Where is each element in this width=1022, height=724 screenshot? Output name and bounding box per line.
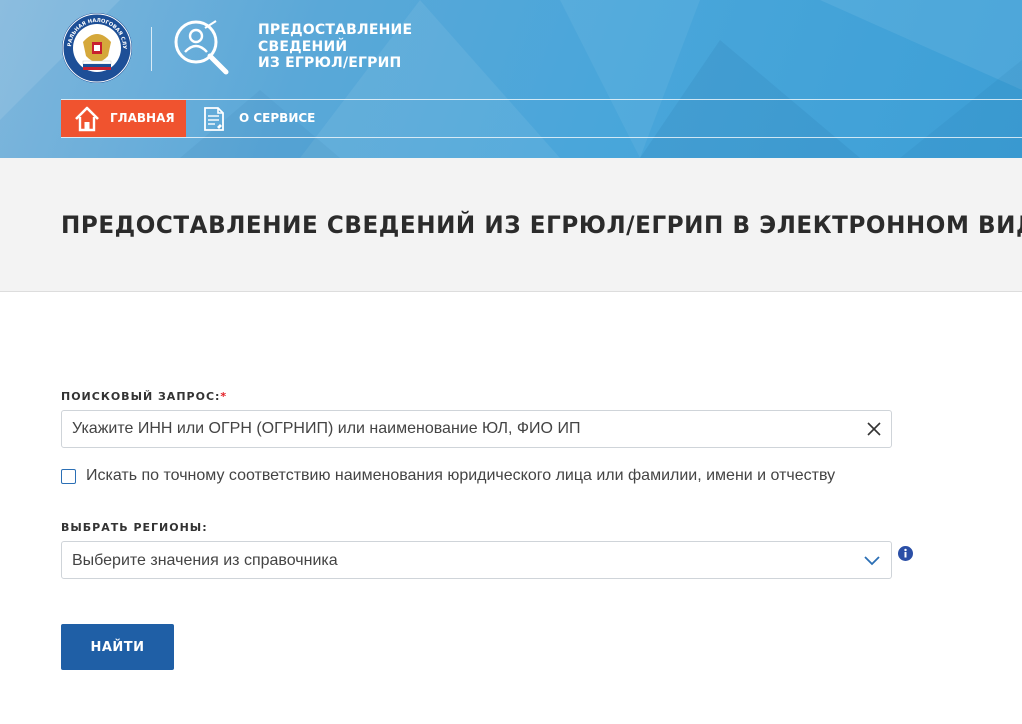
service-title-line-1: ПРЕДОСТАВЛЕНИЕ <box>258 22 413 38</box>
service-search-person-icon[interactable] <box>170 16 234 80</box>
nav-bottom-divider <box>61 137 1022 138</box>
region-label: ВЫБРАТЬ РЕГИОНЫ: <box>61 521 208 534</box>
page-title-band: ПРЕДОСТАВЛЕНИЕ СВЕДЕНИЙ ИЗ ЕГРЮЛ/ЕГРИП В… <box>0 158 1022 292</box>
fns-emblem-logo[interactable]: ФЕДЕРАЛЬНАЯ НАЛОГОВАЯ СЛУЖБА <box>61 12 133 84</box>
exact-match-checkbox[interactable] <box>61 469 76 484</box>
search-query-input[interactable] <box>61 410 892 448</box>
chevron-down-icon <box>864 556 880 566</box>
site-header: ФЕДЕРАЛЬНАЯ НАЛОГОВАЯ СЛУЖБА ПРЕДОСТАВЛЕ… <box>0 0 1022 158</box>
required-mark: * <box>220 390 228 403</box>
find-button[interactable]: НАЙТИ <box>61 624 174 670</box>
logo-divider <box>151 27 152 71</box>
search-query-label-text: ПОИСКОВЫЙ ЗАПРОС: <box>61 390 221 403</box>
search-query-label: ПОИСКОВЫЙ ЗАПРОС:* <box>61 390 227 403</box>
nav-item-home[interactable]: ГЛАВНАЯ <box>61 100 186 137</box>
exact-match-label[interactable]: Искать по точному соответствию наименова… <box>86 467 835 485</box>
service-title-line-3: ИЗ ЕГРЮЛ/ЕГРИП <box>258 55 402 71</box>
nav-item-about[interactable]: О СЕРВИСЕ <box>196 100 326 137</box>
service-title-line-2: СВЕДЕНИЙ <box>258 38 348 55</box>
service-title: ПРЕДОСТАВЛЕНИЕ СВЕДЕНИЙ ИЗ ЕГРЮЛ/ЕГРИП <box>258 22 428 72</box>
home-icon <box>75 106 99 132</box>
page-title: ПРЕДОСТАВЛЕНИЕ СВЕДЕНИЙ ИЗ ЕГРЮЛ/ЕГРИП В… <box>61 211 1022 239</box>
info-icon[interactable] <box>898 546 913 561</box>
nav-item-about-label: О СЕРВИСЕ <box>239 111 316 125</box>
clear-icon[interactable] <box>864 419 884 439</box>
region-select[interactable]: Выберите значения из справочника <box>61 541 892 579</box>
region-select-value: Выберите значения из справочника <box>72 552 338 569</box>
nav-item-home-label: ГЛАВНАЯ <box>110 111 175 125</box>
document-icon <box>204 107 224 131</box>
